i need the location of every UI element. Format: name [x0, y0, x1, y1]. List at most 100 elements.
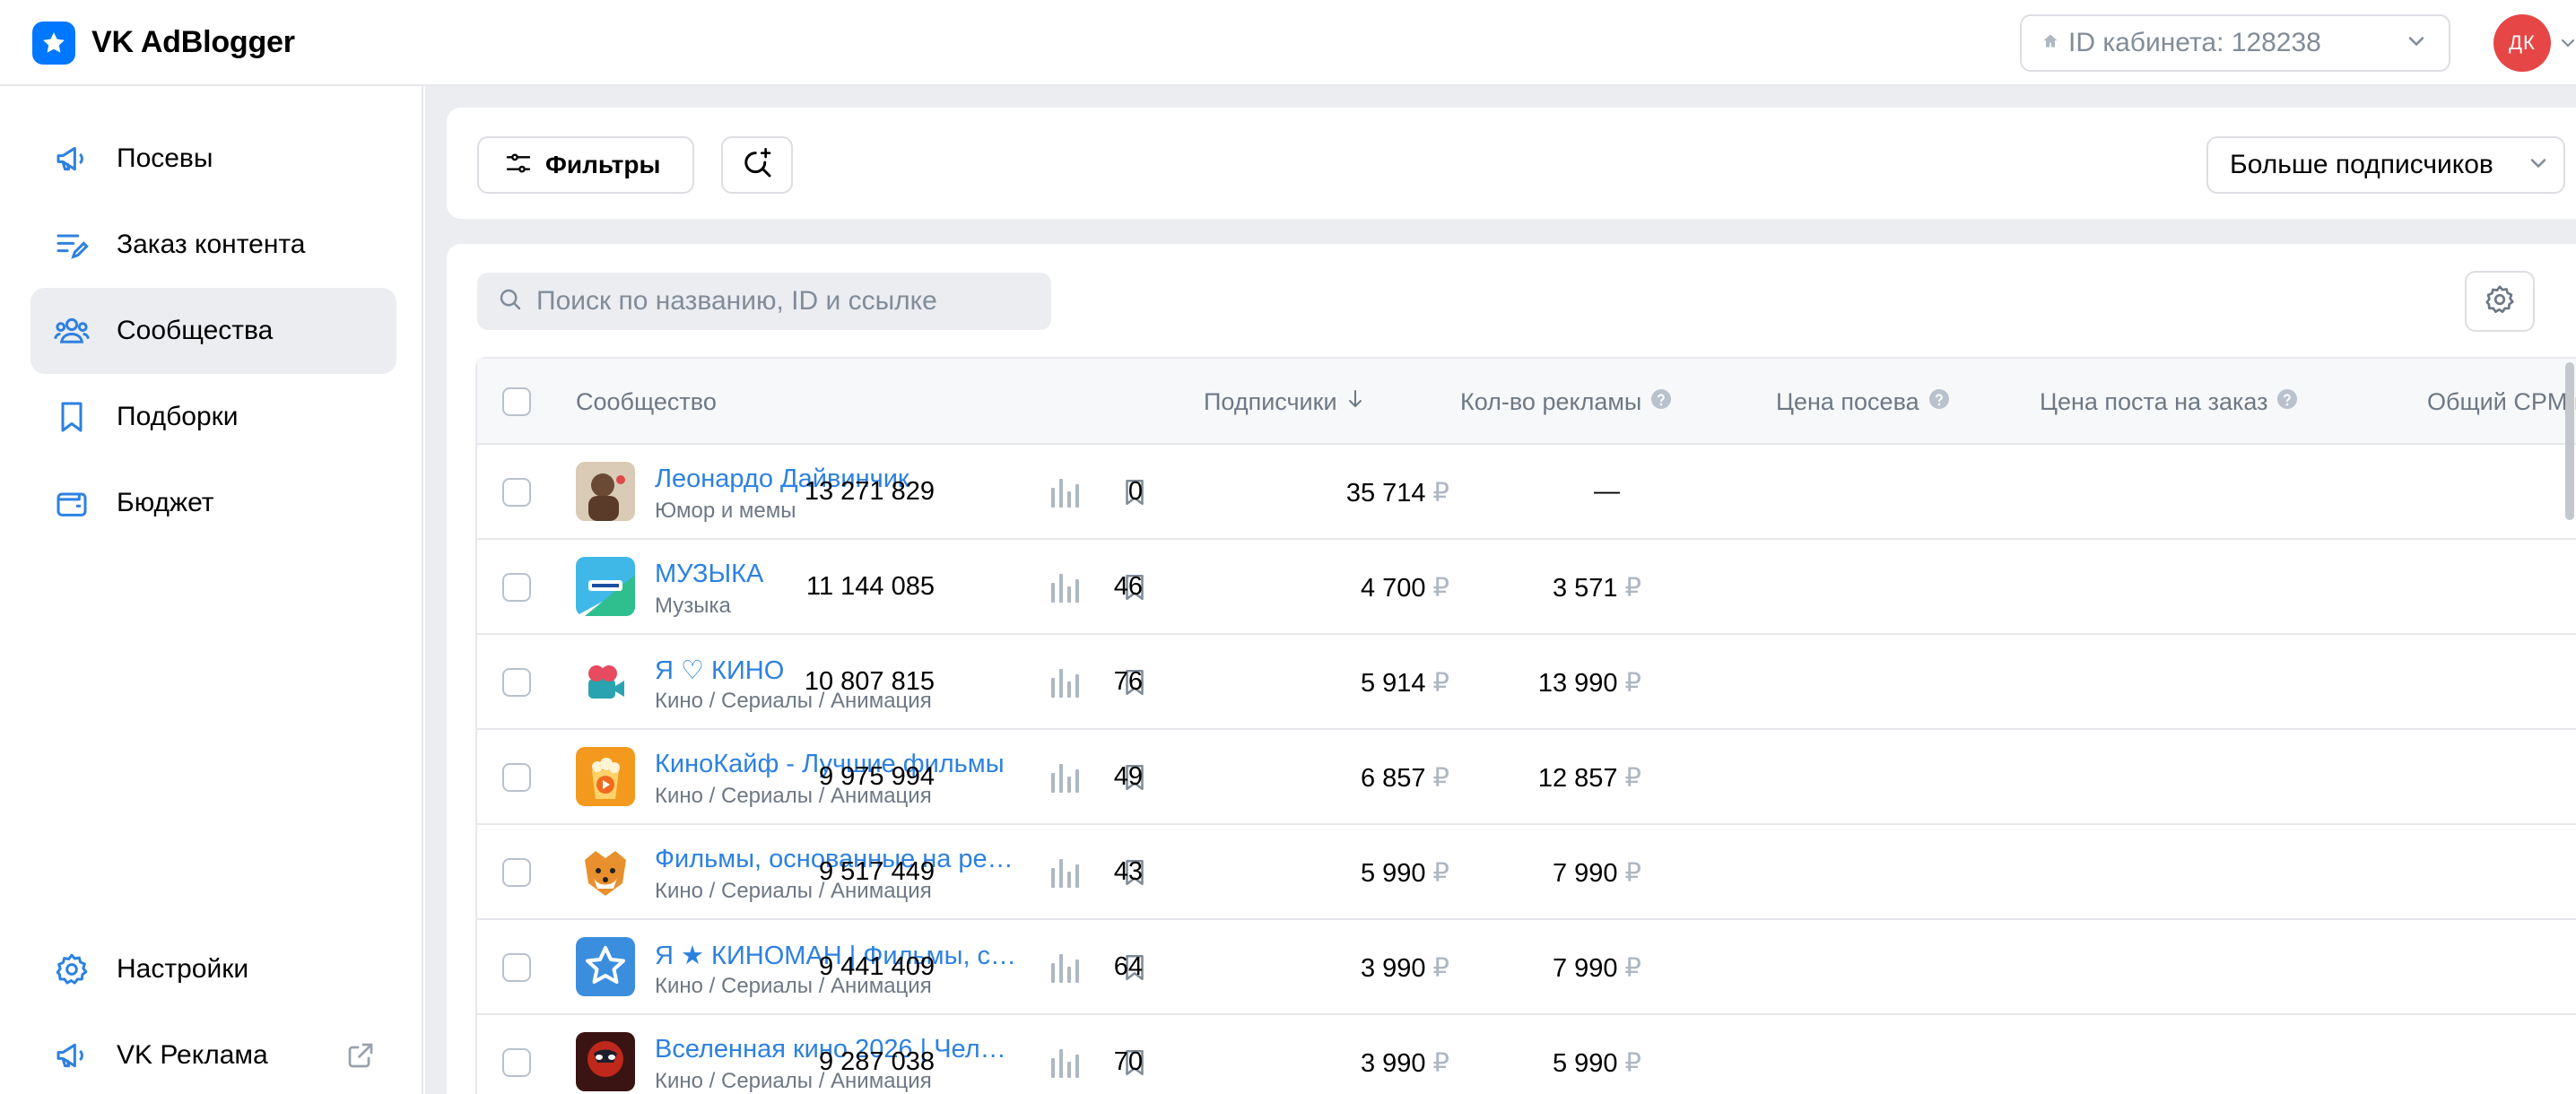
row-checkbox[interactable] [502, 858, 531, 887]
filters-label: Фильтры [545, 151, 661, 178]
column-cpm[interactable]: Общий CPM п [2427, 359, 2576, 445]
community-name-link[interactable]: МУЗЫКА [655, 560, 763, 589]
chevron-down-icon [2404, 29, 2429, 58]
question-icon[interactable] [2276, 388, 2298, 416]
select-all-checkbox[interactable] [502, 387, 531, 416]
currency-sign: ₽ [1624, 1049, 1641, 1078]
currency-sign: ₽ [1432, 574, 1449, 603]
ads-count-value: 43 [1113, 857, 1143, 886]
search-input[interactable] [536, 286, 1039, 317]
user-avatar[interactable]: ДК [2493, 14, 2551, 72]
chevron-down-icon[interactable] [2560, 32, 2576, 58]
subscribers-value: 9 517 449 [818, 857, 935, 886]
home-icon [2041, 32, 2059, 55]
currency-sign: ₽ [1432, 764, 1449, 793]
stats-icon[interactable] [1049, 762, 1083, 799]
row-checkbox[interactable] [502, 573, 531, 602]
sidebar-item-content-order[interactable]: Заказ контента [30, 202, 396, 288]
post-price-amount: 5 990 [1552, 1049, 1618, 1078]
seed-price-value: 5 914 ₽ [1361, 667, 1449, 699]
cabinet-select[interactable]: ID кабинета: 128238 [2020, 14, 2450, 72]
table-row[interactable]: КиноКайф - Лучшие фильмы Кино / Сериалы … [477, 730, 2576, 825]
table-row[interactable]: Я ★ КИНОМАН | Фильмы, с… Кино / Сериалы … [477, 920, 2576, 1015]
sidebar-item-budget[interactable]: Бюджет [30, 460, 396, 546]
subscribers-value: 13 271 829 [804, 477, 935, 506]
post-price-value: 5 990 ₽ [1553, 1047, 1641, 1079]
currency-sign: ₽ [1624, 764, 1641, 793]
row-checkbox[interactable] [502, 478, 531, 507]
community-category: Юмор и мемы [655, 499, 796, 523]
row-checkbox[interactable] [502, 1048, 531, 1077]
seed-price-value: 6 857 ₽ [1361, 762, 1449, 794]
scrollbar-thumb[interactable] [2565, 362, 2574, 520]
seed-price-amount: 6 857 [1360, 764, 1426, 793]
ads-count-value: 64 [1113, 952, 1143, 981]
sliders-icon [504, 149, 533, 182]
cabinet-id-label: ID кабинета: 128238 [2068, 28, 2321, 57]
sidebar-item-communities[interactable]: Сообщества [30, 288, 396, 374]
seed-price-value: 35 714 ₽ [1346, 477, 1449, 508]
row-checkbox[interactable] [502, 953, 531, 982]
seed-price-value: 5 990 ₽ [1361, 857, 1449, 889]
table-row[interactable]: Леонардо Дайвинчик Юмор и мемы 13 271 82… [477, 445, 2576, 540]
sort-arrow-down-icon [1346, 388, 1364, 416]
subscribers-value: 9 287 038 [818, 1047, 935, 1076]
question-icon[interactable] [1650, 388, 1672, 416]
community-avatar [576, 462, 635, 521]
stats-icon[interactable] [1049, 667, 1083, 704]
seed-price-amount: 35 714 [1345, 479, 1426, 508]
toolbar: Фильтры Больше подписчиков [447, 108, 2576, 219]
community-avatar [576, 557, 635, 616]
table-row[interactable]: МУЗЫКА Музыка 11 144 085 46 4 700 ₽ 3 571… [477, 540, 2576, 635]
table-row[interactable]: Фильмы, основанные на ре… Кино / Сериалы… [477, 825, 2576, 920]
table-row[interactable]: Вселенная кино 2026 | Чел… Кино / Сериал… [477, 1015, 2576, 1094]
search-box[interactable] [477, 273, 1051, 330]
post-price-amount: 3 571 [1552, 574, 1618, 603]
row-checkbox[interactable] [502, 668, 531, 697]
sidebar-item-label: Посевы [117, 143, 213, 173]
post-price-amount: 12 857 [1537, 764, 1618, 793]
post-price-value: 3 571 ₽ [1553, 572, 1641, 603]
column-post-price[interactable]: Цена поста на заказ [2040, 359, 2298, 445]
row-checkbox[interactable] [502, 763, 531, 792]
stats-icon[interactable] [1049, 1047, 1083, 1084]
column-seed-price[interactable]: Цена посева [1776, 359, 1950, 445]
column-subscribers[interactable]: Подписчики [1204, 359, 1364, 445]
communities-table: Сообщество Подписчики Кол-во рекламы Цен… [475, 357, 2576, 1094]
chevron-down-icon [2526, 151, 2551, 180]
currency-sign: ₽ [1432, 954, 1449, 983]
stats-icon[interactable] [1049, 952, 1083, 989]
ads-count-value: 46 [1113, 572, 1143, 601]
vk-adblogger-logo-icon [32, 22, 75, 65]
community-avatar [576, 1032, 635, 1091]
stats-icon[interactable] [1049, 572, 1083, 609]
filters-button[interactable]: Фильтры [477, 136, 694, 194]
table-row[interactable]: Я ♡ КИНО Кино / Сериалы / Анимация 10 80… [477, 635, 2576, 730]
community-name-link[interactable]: Я ♡ КИНО [655, 655, 784, 686]
table-body: Леонардо Дайвинчик Юмор и мемы 13 271 82… [477, 445, 2576, 1094]
question-icon[interactable] [1928, 388, 1950, 416]
post-price-amount: — [1594, 477, 1620, 506]
sort-select[interactable]: Больше подписчиков [2206, 136, 2565, 194]
sidebar-item-collections[interactable]: Подборки [30, 374, 396, 460]
communities-card: Сообщество Подписчики Кол-во рекламы Цен… [447, 244, 2576, 1094]
currency-sign: ₽ [1432, 479, 1449, 508]
community-category: Музыка [655, 594, 731, 618]
column-post-price-label: Цена поста на заказ [2040, 387, 2268, 415]
table-settings-button[interactable] [2465, 271, 2535, 332]
seed-price-amount: 5 990 [1360, 859, 1426, 888]
sidebar-item-posevy[interactable]: Посевы [30, 116, 396, 202]
ai-search-button[interactable] [721, 136, 793, 194]
column-ads-count[interactable]: Кол-во рекламы [1460, 359, 1672, 445]
stats-icon[interactable] [1049, 857, 1083, 894]
ads-count-value: 70 [1113, 1047, 1143, 1076]
sidebar: Посевы Заказ контента Сообщества Подборк… [0, 86, 423, 1094]
currency-sign: ₽ [1624, 859, 1641, 888]
stats-icon[interactable] [1049, 477, 1083, 514]
sidebar-item-settings[interactable]: Настройки [30, 926, 396, 1012]
search-icon [497, 286, 524, 317]
sidebar-item-vk-ads[interactable]: VK Реклама [30, 1012, 396, 1094]
seed-price-amount: 3 990 [1360, 954, 1426, 983]
column-community[interactable]: Сообщество [576, 359, 717, 445]
app-header: VK AdBlogger ID кабинета: 128238 ДК [0, 0, 2576, 86]
